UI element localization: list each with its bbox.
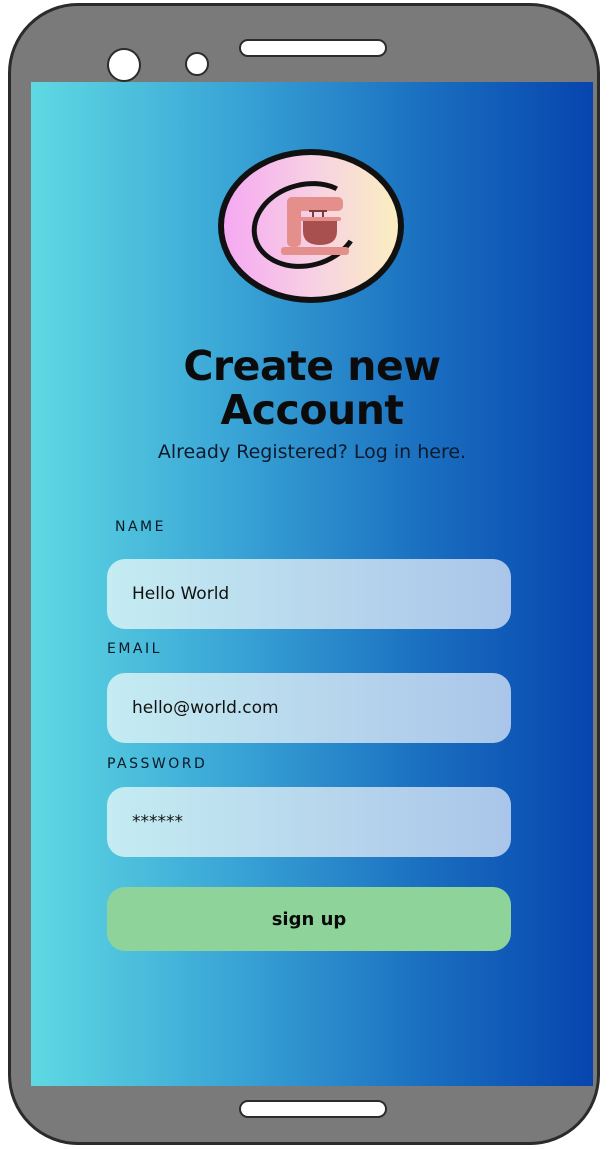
sign-up-button[interactable]: sign up (107, 887, 511, 951)
name-field[interactable]: Hello World (107, 559, 511, 629)
page-title-line-1: Create new (183, 342, 441, 390)
app-screen: Create new Account Already Registered? L… (31, 82, 593, 1086)
home-button[interactable] (239, 1100, 387, 1118)
stand-mixer-icon (281, 197, 349, 255)
login-link[interactable]: Already Registered? Log in here. (151, 437, 473, 467)
email-label: EMAIL (107, 641, 162, 657)
name-label: NAME (115, 519, 166, 535)
app-logo (218, 149, 404, 303)
sensor-icon (185, 52, 209, 76)
email-field[interactable]: hello@world.com (107, 673, 511, 743)
password-field[interactable]: ****** (107, 787, 511, 857)
front-camera-icon (107, 48, 141, 82)
password-label: PASSWORD (107, 756, 208, 772)
page-title-line-2: Account (220, 386, 404, 434)
speaker-grille (239, 39, 387, 57)
